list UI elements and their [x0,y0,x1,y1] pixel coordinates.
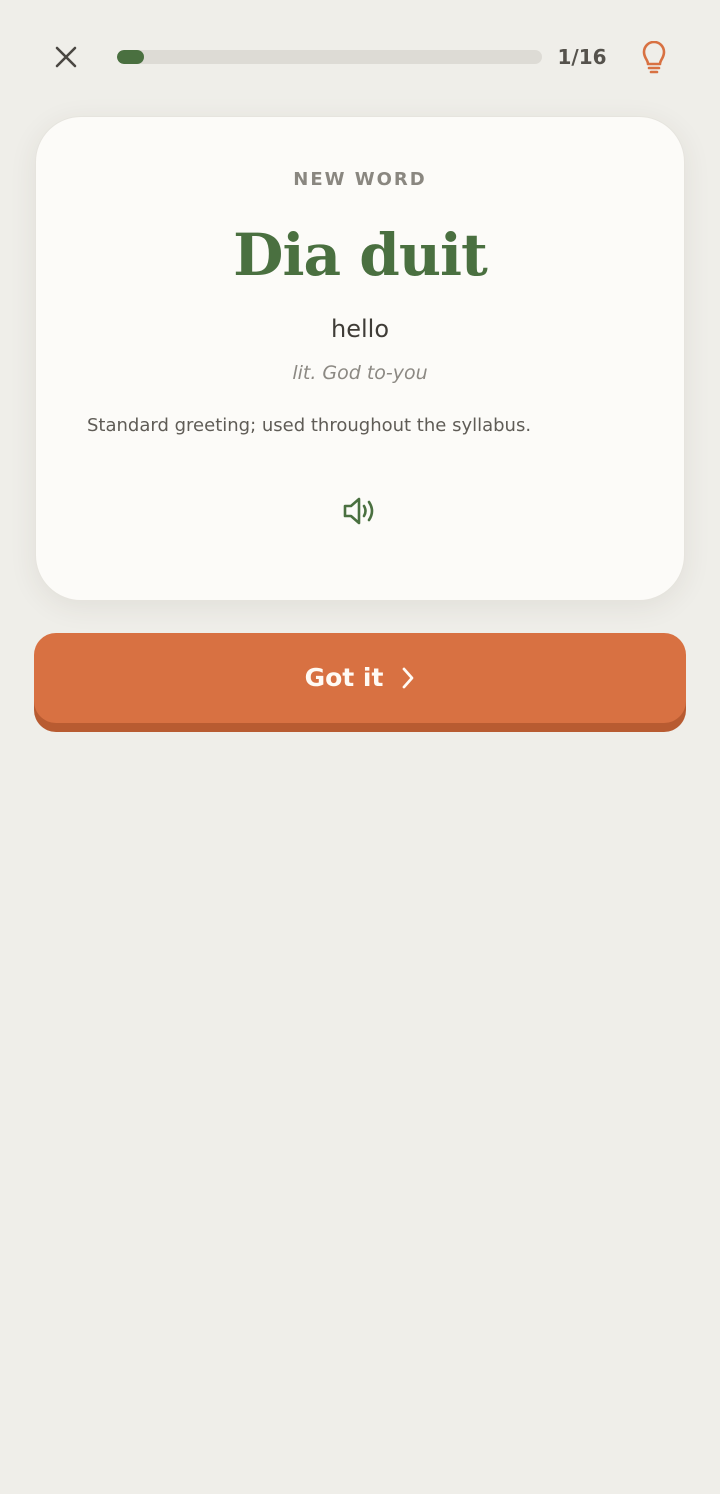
chevron-right-icon [401,666,415,690]
card-eyebrow: NEW WORD [293,169,427,190]
play-audio-button[interactable] [336,488,384,534]
got-it-button[interactable]: Got it [34,633,686,723]
usage-note: Standard greeting; used throughout the s… [87,415,532,436]
hint-button[interactable] [634,36,674,80]
literal-translation: lit. God to-you [292,362,428,384]
close-icon [55,46,77,68]
progress-fill [117,50,144,64]
target-word: Dia duit [233,221,488,289]
lightbulb-icon [642,41,666,74]
lesson-header: 1/16 [0,0,720,115]
got-it-label: Got it [304,663,384,692]
progress-counter: 1/16 [557,45,607,69]
progress-bar [117,50,542,64]
speaker-icon [343,497,374,525]
close-button[interactable] [46,37,86,77]
word-translation: hello [331,315,389,343]
